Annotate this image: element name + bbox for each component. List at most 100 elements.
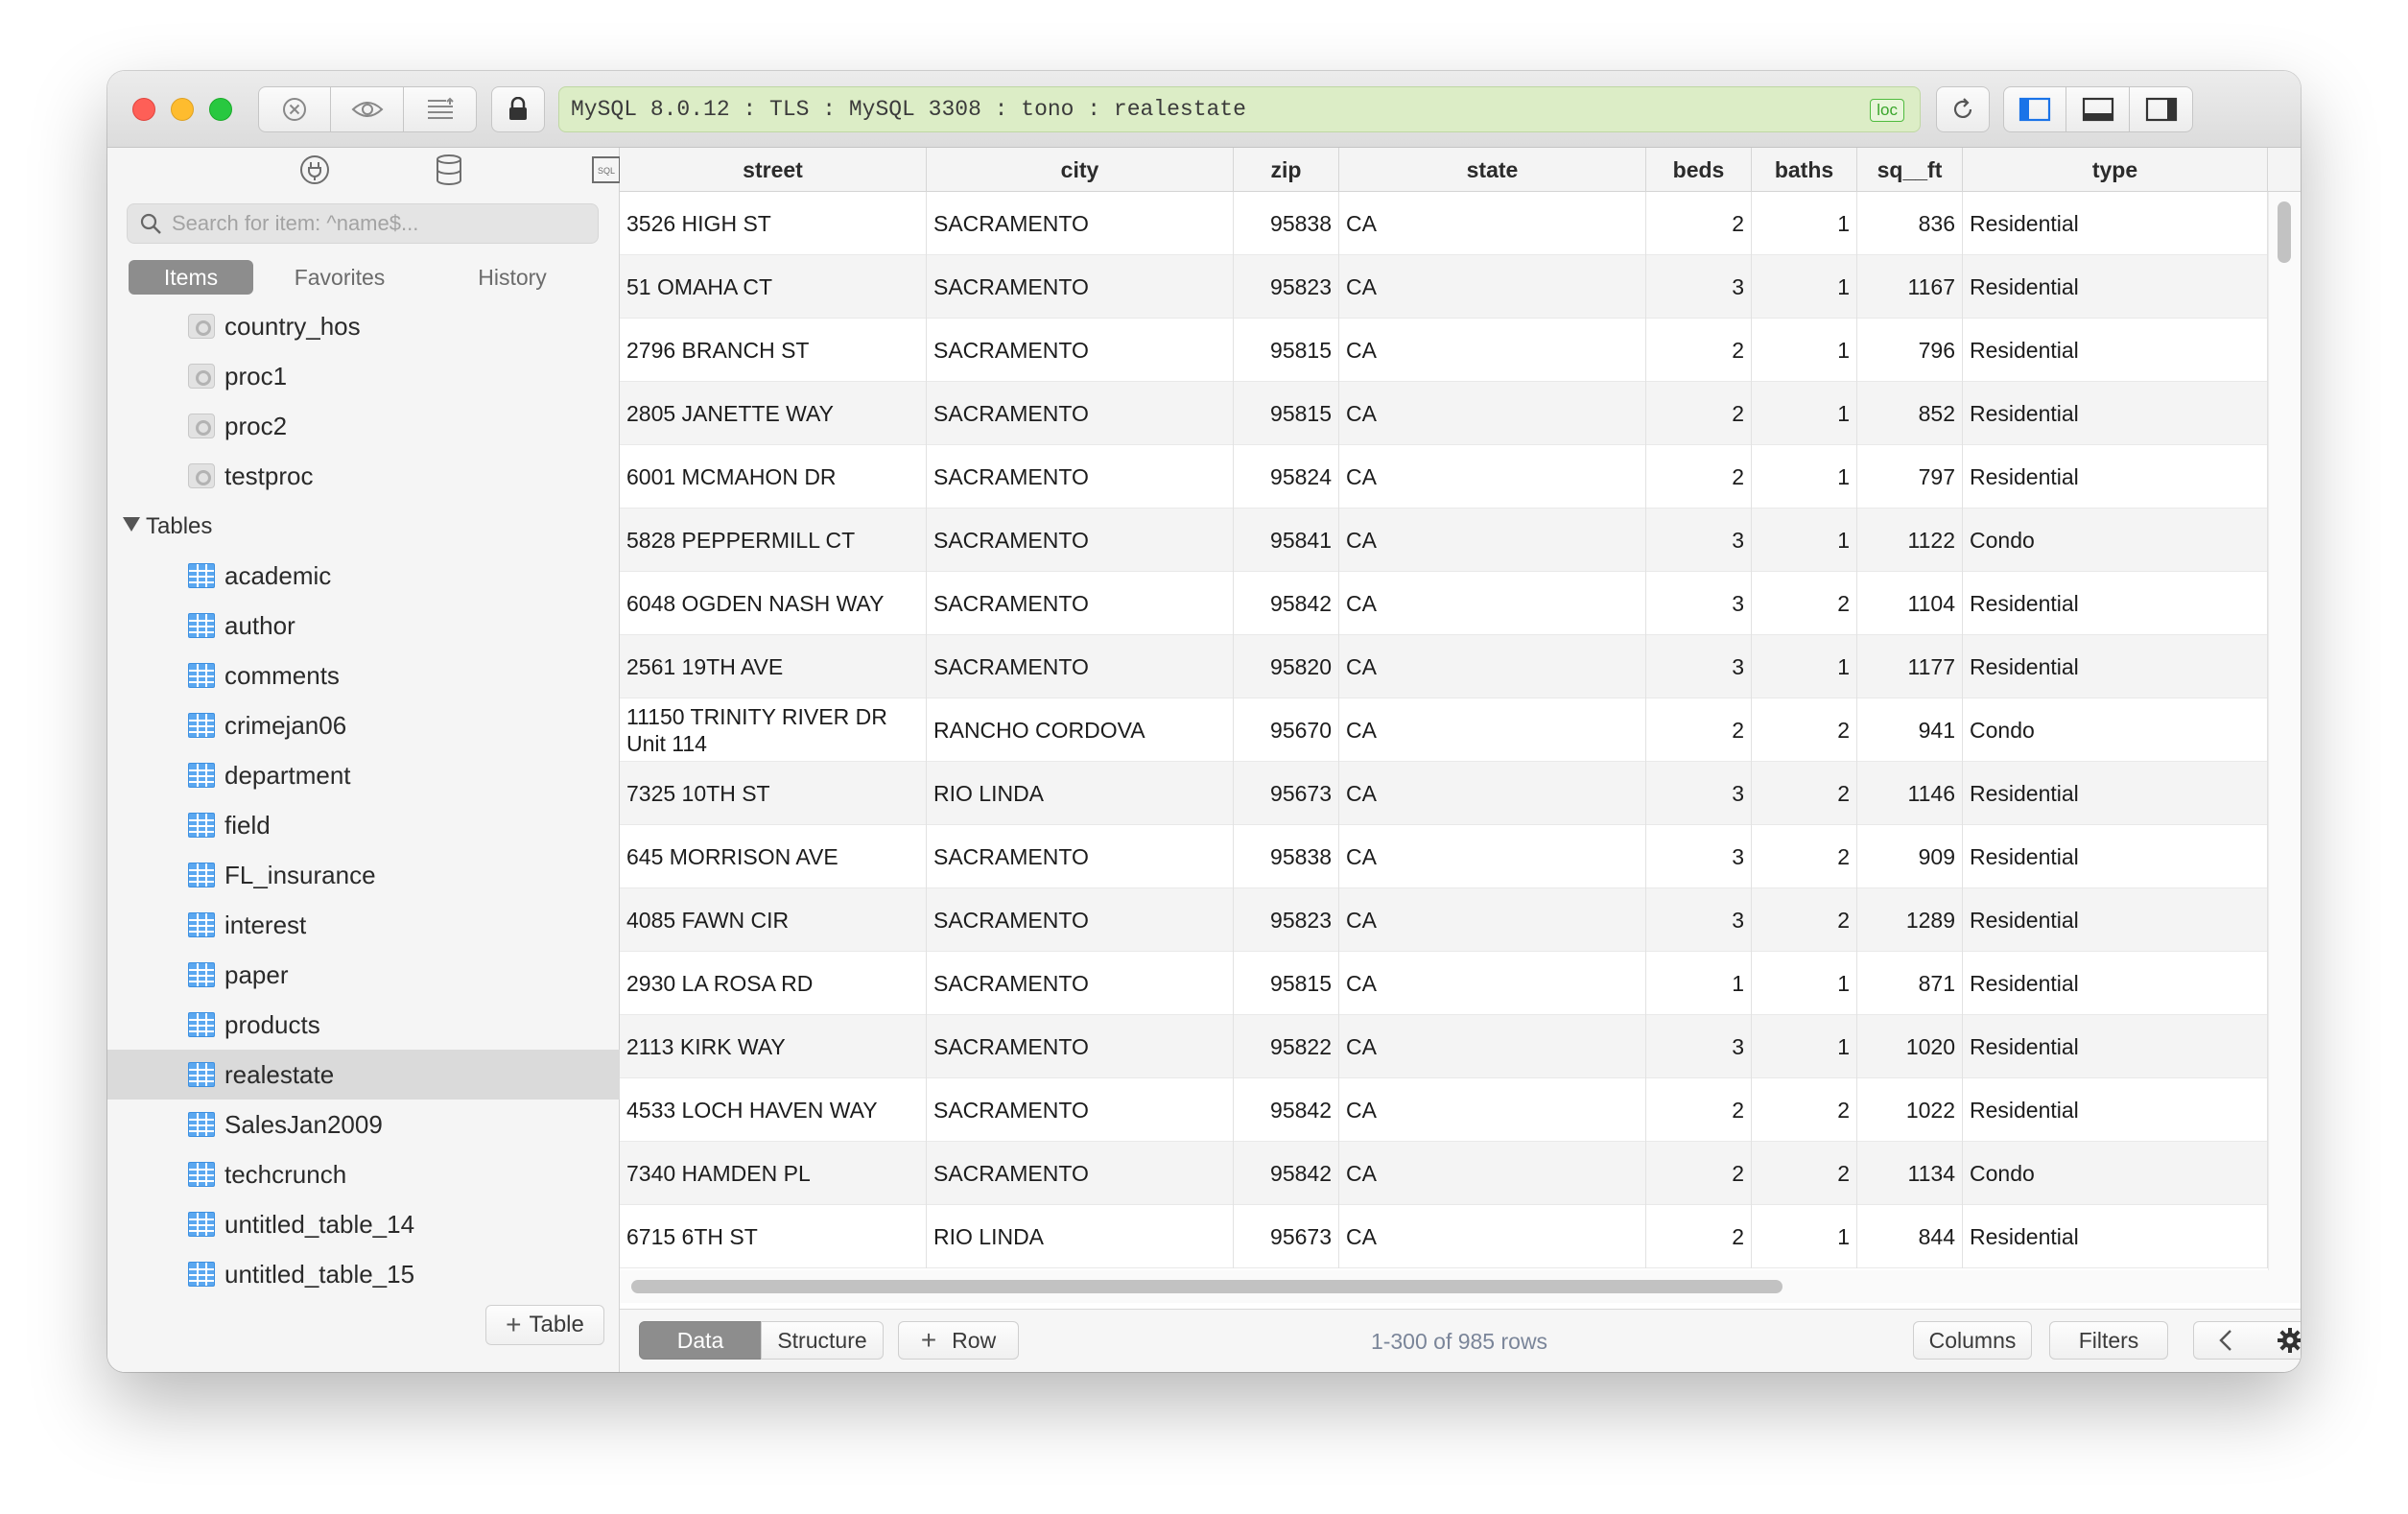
- table-item[interactable]: techcrunch: [107, 1149, 620, 1199]
- table-row[interactable]: 2930 LA ROSA RD SACRAMENTO 95815 CA 1 1 871 Res…: [620, 952, 2301, 1015]
- cell-type[interactable]: Residential: [1963, 825, 2268, 888]
- cell-sq-ft[interactable]: 1104: [1857, 572, 1963, 635]
- cell-city[interactable]: RANCHO CORDOVA: [927, 698, 1234, 762]
- table-row[interactable]: 4533 LOCH HAVEN WAY SACRAMENTO 95842 CA 2 2 10…: [620, 1078, 2301, 1142]
- cell-state[interactable]: CA: [1339, 698, 1646, 762]
- cell-zip[interactable]: 95815: [1234, 319, 1339, 382]
- table-row[interactable]: 7340 HAMDEN PL SACRAMENTO 95842 CA 2 2 1134 Con…: [620, 1142, 2301, 1205]
- preview-button[interactable]: [331, 86, 404, 132]
- cell-zip[interactable]: 95820: [1234, 635, 1339, 698]
- cell-baths[interactable]: 1: [1752, 1205, 1857, 1268]
- cell-baths[interactable]: 1: [1752, 509, 1857, 572]
- close-window-button[interactable]: [132, 98, 155, 121]
- cell-type[interactable]: Condo: [1963, 698, 2268, 762]
- cell-city[interactable]: SACRAMENTO: [927, 445, 1234, 509]
- cell-zip[interactable]: 95841: [1234, 509, 1339, 572]
- column-header-state[interactable]: state: [1339, 148, 1646, 192]
- cell-zip[interactable]: 95823: [1234, 255, 1339, 319]
- add-row-button[interactable]: + Row: [898, 1321, 1019, 1360]
- cell-state[interactable]: CA: [1339, 635, 1646, 698]
- database-button[interactable]: [430, 154, 468, 186]
- cell-type[interactable]: Residential: [1963, 192, 2268, 255]
- cell-street[interactable]: 2561 19TH AVE: [620, 635, 927, 698]
- cell-beds[interactable]: 3: [1646, 509, 1752, 572]
- cell-zip[interactable]: 95673: [1234, 1205, 1339, 1268]
- cell-baths[interactable]: 2: [1752, 762, 1857, 825]
- cell-zip[interactable]: 95815: [1234, 382, 1339, 445]
- table-item[interactable]: untitled_table_15: [107, 1249, 620, 1299]
- cell-baths[interactable]: 1: [1752, 382, 1857, 445]
- cell-zip[interactable]: 95673: [1234, 762, 1339, 825]
- table-row[interactable]: 2805 JANETTE WAY SACRAMENTO 95815 CA 2 1 852 Re…: [620, 382, 2301, 445]
- table-row[interactable]: 5828 PEPPERMILL CT SACRAMENTO 95841 CA 3 1 112…: [620, 509, 2301, 572]
- cell-beds[interactable]: 3: [1646, 255, 1752, 319]
- cell-state[interactable]: CA: [1339, 445, 1646, 509]
- table-row[interactable]: 6048 OGDEN NASH WAY SACRAMENTO 95842 CA 3 2 11…: [620, 572, 2301, 635]
- cell-zip[interactable]: 95822: [1234, 1015, 1339, 1078]
- procedure-item[interactable]: country_hos: [107, 301, 620, 351]
- cell-zip[interactable]: 95824: [1234, 445, 1339, 509]
- cell-baths[interactable]: 1: [1752, 319, 1857, 382]
- cell-street[interactable]: 6001 MCMAHON DR: [620, 445, 927, 509]
- procedure-item[interactable]: proc2: [107, 401, 620, 451]
- cell-beds[interactable]: 1: [1646, 952, 1752, 1015]
- cell-sq-ft[interactable]: 1146: [1857, 762, 1963, 825]
- minimize-window-button[interactable]: [171, 98, 194, 121]
- cell-city[interactable]: SACRAMENTO: [927, 1142, 1234, 1205]
- cell-beds[interactable]: 2: [1646, 382, 1752, 445]
- cell-beds[interactable]: 2: [1646, 192, 1752, 255]
- cell-sq-ft[interactable]: 844: [1857, 1205, 1963, 1268]
- cell-state[interactable]: CA: [1339, 1015, 1646, 1078]
- cell-zip[interactable]: 95838: [1234, 825, 1339, 888]
- cell-street[interactable]: 4533 LOCH HAVEN WAY: [620, 1078, 927, 1142]
- procedure-item[interactable]: testproc: [107, 451, 620, 501]
- cell-sq-ft[interactable]: 1020: [1857, 1015, 1963, 1078]
- cell-baths[interactable]: 2: [1752, 1078, 1857, 1142]
- table-row[interactable]: 6715 6TH ST RIO LINDA 95673 CA 2 1 844 Resident…: [620, 1205, 2301, 1268]
- tab-favorites[interactable]: Favorites: [253, 260, 426, 295]
- cell-sq-ft[interactable]: 941: [1857, 698, 1963, 762]
- cell-street[interactable]: 7325 10TH ST: [620, 762, 927, 825]
- cell-street[interactable]: 2113 KIRK WAY: [620, 1015, 927, 1078]
- cell-baths[interactable]: 2: [1752, 825, 1857, 888]
- cell-sq-ft[interactable]: 1167: [1857, 255, 1963, 319]
- cell-baths[interactable]: 2: [1752, 572, 1857, 635]
- cell-city[interactable]: SACRAMENTO: [927, 255, 1234, 319]
- cell-beds[interactable]: 2: [1646, 1142, 1752, 1205]
- cell-city[interactable]: SACRAMENTO: [927, 635, 1234, 698]
- cell-baths[interactable]: 1: [1752, 255, 1857, 319]
- toggle-bottom-panel-button[interactable]: [2066, 86, 2130, 132]
- columns-button[interactable]: Columns: [1913, 1321, 2032, 1360]
- cell-beds[interactable]: 3: [1646, 1015, 1752, 1078]
- column-header-street[interactable]: street: [620, 148, 927, 192]
- cell-sq-ft[interactable]: 1022: [1857, 1078, 1963, 1142]
- cell-state[interactable]: CA: [1339, 1142, 1646, 1205]
- lock-button[interactable]: [491, 86, 545, 132]
- sidebar-search[interactable]: [127, 203, 599, 244]
- table-row[interactable]: 7325 10TH ST RIO LINDA 95673 CA 3 2 1146 Reside…: [620, 762, 2301, 825]
- cell-zip[interactable]: 95842: [1234, 572, 1339, 635]
- table-item[interactable]: paper: [107, 950, 620, 1000]
- cell-street[interactable]: 2796 BRANCH ST: [620, 319, 927, 382]
- cell-street[interactable]: 51 OMAHA CT: [620, 255, 927, 319]
- cell-street[interactable]: 5828 PEPPERMILL CT: [620, 509, 927, 572]
- cell-sq-ft[interactable]: 797: [1857, 445, 1963, 509]
- cell-sq-ft[interactable]: 871: [1857, 952, 1963, 1015]
- tab-history[interactable]: History: [426, 260, 599, 295]
- cell-beds[interactable]: 3: [1646, 762, 1752, 825]
- cell-city[interactable]: RIO LINDA: [927, 1205, 1234, 1268]
- cell-baths[interactable]: 2: [1752, 1142, 1857, 1205]
- table-item[interactable]: comments: [107, 651, 620, 700]
- cell-beds[interactable]: 2: [1646, 1078, 1752, 1142]
- cell-type[interactable]: Residential: [1963, 762, 2268, 825]
- cell-beds[interactable]: 3: [1646, 888, 1752, 952]
- cell-sq-ft[interactable]: 852: [1857, 382, 1963, 445]
- stop-query-button[interactable]: [258, 86, 331, 132]
- cell-baths[interactable]: 1: [1752, 635, 1857, 698]
- table-item[interactable]: untitled_table_14: [107, 1199, 620, 1249]
- cell-city[interactable]: SACRAMENTO: [927, 192, 1234, 255]
- cell-city[interactable]: SACRAMENTO: [927, 1078, 1234, 1142]
- table-item[interactable]: field: [107, 800, 620, 850]
- filters-button[interactable]: Filters: [2049, 1321, 2168, 1360]
- cell-baths[interactable]: 1: [1752, 1015, 1857, 1078]
